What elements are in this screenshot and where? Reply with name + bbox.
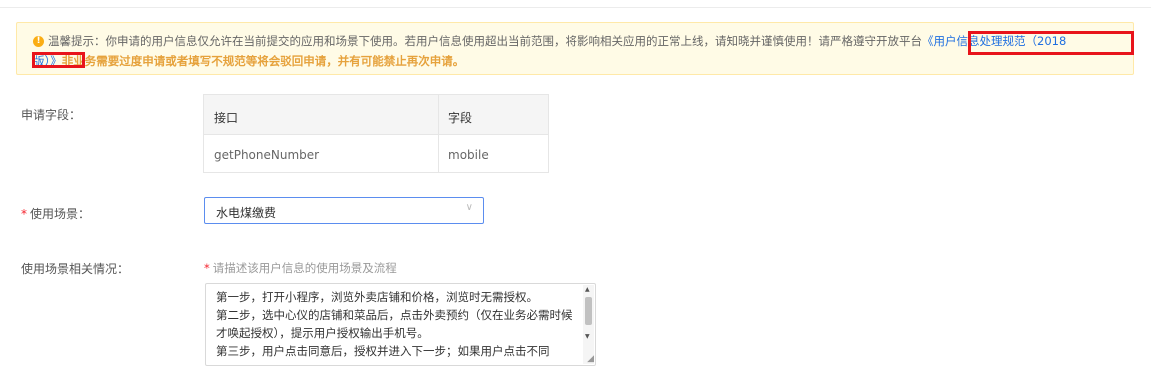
highlight-box: [968, 31, 1134, 55]
details-label: 使用场景相关情况：: [21, 262, 130, 276]
required-mark: *: [204, 261, 210, 275]
scroll-down-icon[interactable]: ▼: [585, 333, 590, 340]
highlight-box: [32, 52, 85, 68]
scene-select[interactable]: 水电煤缴费 ∨: [204, 197, 484, 224]
textarea-scrollbar[interactable]: ▲ ▼: [583, 285, 594, 364]
top-divider: [0, 7, 1151, 8]
resize-grip-icon[interactable]: ◢: [587, 355, 594, 364]
notice-text: 温馨提示：你申请的用户信息仅允许在当前提交的应用和场景下使用。若用户信息使用超出…: [48, 34, 922, 48]
notice-line-2: 版）》非业务需要过度申请或者填写不规范等将会驳回申请，并有可能禁止再次申请。: [33, 53, 464, 69]
chevron-down-icon: ∨: [465, 202, 473, 213]
table-cell-field: mobile: [448, 148, 489, 162]
notice-banner: ! 温馨提示：你申请的用户信息仅允许在当前提交的应用和场景下使用。若用户信息使用超…: [16, 22, 1134, 75]
table-cell-api: getPhoneNumber: [214, 148, 320, 162]
scene-label-text: 使用场景：: [30, 207, 91, 221]
warning-icon: !: [33, 36, 44, 47]
scrollbar-thumb[interactable]: [585, 297, 592, 325]
scene-select-value: 水电煤缴费: [216, 206, 277, 220]
column-divider: [438, 95, 439, 172]
scroll-up-icon[interactable]: ▲: [585, 286, 590, 293]
notice-warning-text: 非业务需要过度申请或者填写不规范等将会驳回申请，并有可能禁止再次申请。: [61, 54, 465, 68]
required-mark: *: [21, 207, 27, 221]
column-header-api: 接口: [214, 111, 239, 125]
details-textarea[interactable]: 第一步，打开小程序，浏览外卖店铺和价格，浏览时无需授权。 第二步，选中心仪的店铺…: [205, 283, 596, 366]
notice-line-1: ! 温馨提示：你申请的用户信息仅允许在当前提交的应用和场景下使用。若用户信息使用超…: [33, 33, 1066, 49]
details-text: 第一步，打开小程序，浏览外卖店铺和价格，浏览时无需授权。 第二步，选中心仪的店铺…: [216, 290, 573, 358]
scene-label: * 使用场景：: [21, 205, 90, 222]
details-hint-text: 请描述该用户信息的使用场景及流程: [212, 261, 397, 275]
table-header: [204, 95, 548, 135]
details-hint: * 请描述该用户信息的使用场景及流程: [204, 260, 397, 276]
column-header-field: 字段: [448, 111, 473, 125]
fields-table: 接口 字段 getPhoneNumber mobile: [203, 94, 549, 173]
fields-label: 申请字段：: [21, 108, 82, 122]
